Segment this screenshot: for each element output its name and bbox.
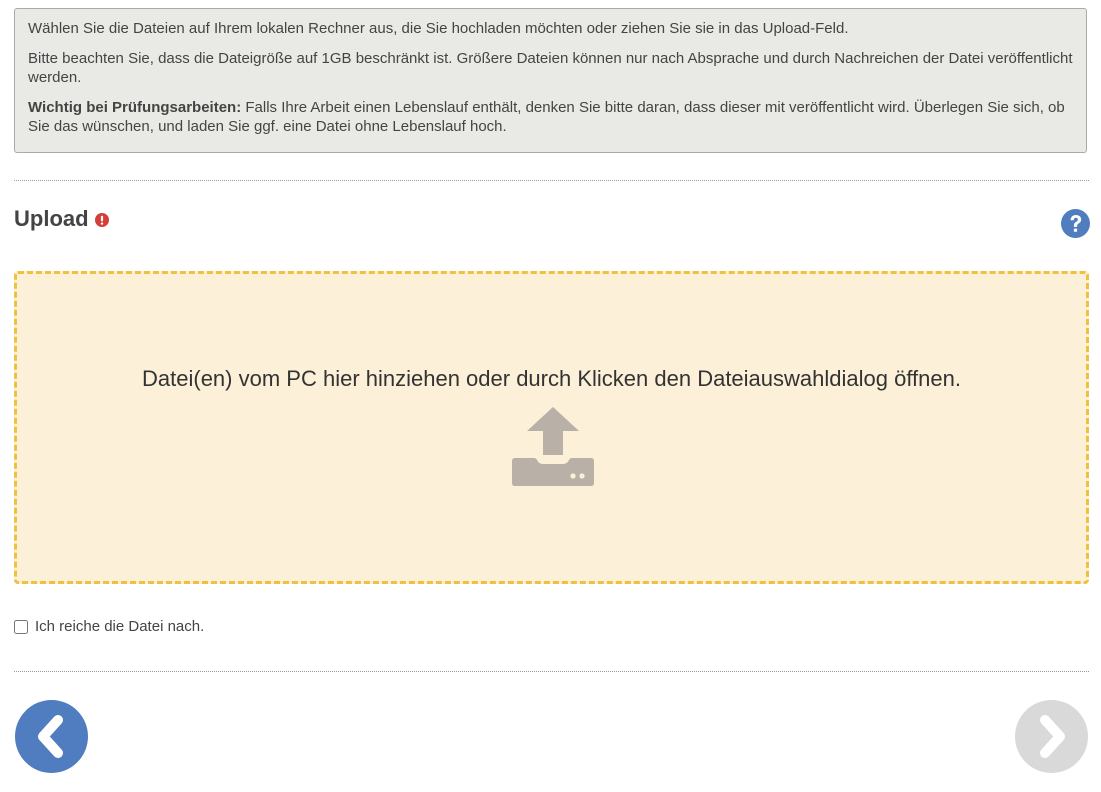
file-dropzone[interactable]: Datei(en) vom PC hier hinziehen oder dur… — [14, 271, 1089, 584]
chevron-right-icon — [1040, 715, 1065, 758]
previous-button[interactable] — [15, 700, 88, 773]
divider-bottom — [14, 671, 1089, 672]
upload-heading: Upload — [14, 206, 109, 232]
submit-later-checkbox[interactable] — [14, 619, 28, 634]
submit-later-option[interactable]: Ich reiche die Datei nach. — [14, 618, 204, 635]
divider-top — [14, 180, 1089, 181]
dropzone-text: Datei(en) vom PC hier hinziehen oder dur… — [142, 366, 961, 391]
instruction-important: Wichtig bei Prüfungsarbeiten: Falls Ihre… — [28, 98, 1073, 136]
upload-title: Upload — [14, 206, 89, 231]
question-circle-icon[interactable] — [1061, 209, 1090, 238]
next-button[interactable] — [1015, 700, 1088, 773]
chevron-left-icon — [38, 715, 63, 758]
instruction-select-files: Wählen Sie die Dateien auf Ihrem lokalen… — [28, 20, 849, 37]
instruction-size-limit: Bitte beachten Sie, dass die Dateigröße … — [28, 50, 1073, 86]
upload-instructions: Wählen Sie die Dateien auf Ihrem lokalen… — [14, 8, 1087, 153]
important-label: Wichtig bei Prüfungsarbeiten: — [28, 99, 242, 116]
exclamation-circle-icon — [94, 213, 109, 227]
submit-later-label: Ich reiche die Datei nach. — [35, 618, 205, 635]
upload-drive-icon — [512, 407, 594, 486]
